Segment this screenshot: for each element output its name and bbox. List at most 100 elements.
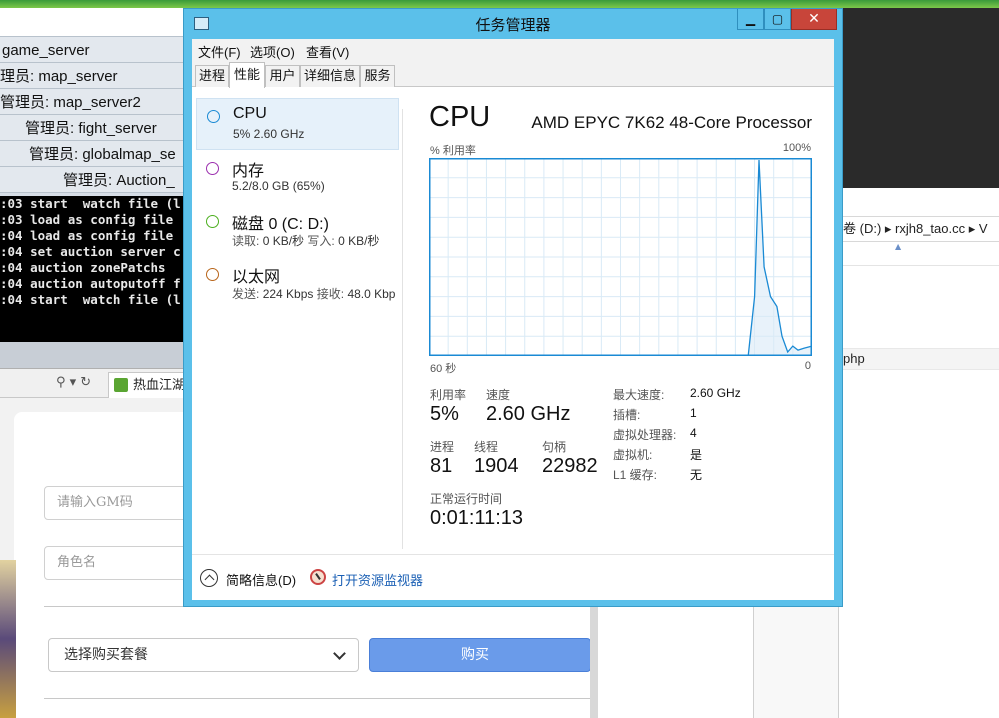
handles-value: 22982	[542, 455, 598, 477]
task-manager-content: 文件(F) 选项(O) 查看(V) 进程 性能 用户 详细信息 服务 CPU 5…	[192, 39, 834, 600]
spec-value: 是	[690, 448, 703, 462]
resource-summary: 发送: 224 Kbps 接收: 48.0 Kbp	[232, 285, 395, 302]
explorer-address-bar[interactable]: 卷 (D:) ▸ rxjh8_tao.cc ▸ V	[839, 216, 999, 242]
uptime-value: 0:01:11:13	[430, 507, 524, 529]
browser-tab-label: 热血江湖	[133, 377, 186, 392]
resource-cpu[interactable]: CPU 5% 2.60 GHz	[196, 98, 399, 150]
console-line: :04 set auction server c	[0, 244, 181, 259]
spec-label: 虚拟处理器:	[613, 428, 677, 442]
search-refresh-icons[interactable]: ⚲ ▾ ↻	[56, 375, 91, 390]
time-axis-left: 60 秒	[430, 363, 457, 375]
speed-value: 2.60 GHz	[486, 403, 571, 425]
menu-bar: 文件(F) 选项(O) 查看(V)	[192, 39, 834, 61]
game-artwork	[0, 560, 16, 718]
favicon-icon	[114, 378, 128, 392]
tab-services[interactable]: 服务	[360, 65, 395, 87]
resource-monitor-icon	[310, 569, 326, 585]
window-edge	[590, 606, 598, 718]
server-label: 管理员: globalmap_se	[29, 146, 176, 163]
receive-value: 48.0 Kbp	[347, 287, 396, 301]
task-manager-footer: 简略信息(D) 打开资源监视器	[192, 554, 834, 600]
disk-write-label: 写入:	[307, 234, 335, 248]
send-value: 224 Kbps	[262, 287, 314, 301]
send-label: 发送:	[232, 287, 260, 301]
task-manager-window: 任务管理器 ▁ ▢ ✕ 文件(F) 选项(O) 查看(V) 进程 性能 用户 详…	[183, 8, 843, 607]
tab-processes[interactable]: 进程	[195, 65, 229, 87]
server-console: :03 start watch file (l :03 load as conf…	[0, 196, 185, 342]
console-line: :04 start watch file (l	[0, 292, 181, 307]
disk-read-value: 0 KB/秒	[262, 234, 305, 248]
console-line: :04 load as config file	[0, 228, 174, 243]
processes-value: 81	[430, 455, 453, 477]
disk-read-label: 读取:	[232, 234, 260, 248]
spec-label: 虚拟机:	[613, 448, 653, 462]
background-window-dark	[838, 8, 999, 188]
explorer-file-row[interactable]: php	[839, 348, 999, 370]
resource-memory[interactable]: 内存 5.2/8.0 GB (65%)	[196, 151, 399, 203]
receive-label: 接收:	[316, 287, 345, 301]
cpu-utilization-graph	[429, 158, 812, 356]
resource-name: CPU	[233, 105, 267, 122]
pane-divider[interactable]	[402, 109, 403, 549]
desktop-topbar	[0, 0, 999, 8]
disk-indicator-icon	[206, 215, 219, 228]
server-label: 管理员: map_server2	[0, 94, 141, 111]
cpu-indicator-icon	[207, 110, 220, 123]
memory-indicator-icon	[206, 162, 219, 175]
maximize-button[interactable]: ▢	[764, 9, 791, 30]
window-pane	[598, 606, 754, 718]
tab-bar: 进程 性能 用户 详细信息 服务	[192, 61, 834, 88]
tab-users[interactable]: 用户	[265, 65, 300, 87]
server-label: 管理员: Auction_	[63, 172, 175, 189]
menu-view[interactable]: 查看(V)	[306, 42, 349, 61]
resource-summary: 读取: 0 KB/秒 写入: 0 KB/秒	[232, 232, 379, 249]
uptime-label: 正常运行时间	[430, 492, 503, 506]
minimize-button[interactable]: ▁	[737, 9, 764, 30]
fewer-details-button[interactable]: 简略信息(D)	[226, 570, 296, 589]
utilization-value: 5%	[430, 403, 459, 425]
threads-value: 1904	[474, 455, 519, 477]
chevron-up-icon[interactable]	[200, 569, 218, 587]
explorer-column-header[interactable]: ▲	[839, 242, 999, 266]
resource-ethernet[interactable]: 以太网 发送: 224 Kbps 接收: 48.0 Kbp	[196, 257, 399, 309]
utilization-axis-max: 100%	[782, 142, 811, 154]
menu-options[interactable]: 选项(O)	[250, 42, 295, 61]
spec-value: 1	[690, 406, 697, 420]
close-button[interactable]: ✕	[791, 9, 837, 30]
package-select-value: 选择购买套餐	[64, 647, 148, 663]
ethernet-indicator-icon	[206, 268, 219, 281]
file-explorer-window: 卷 (D:) ▸ rxjh8_tao.cc ▸ V ▲ php	[838, 188, 999, 718]
cpu-model: AMD EPYC 7K62 48-Core Processor	[531, 113, 812, 132]
resource-disk[interactable]: 磁盘 0 (C: D:) 读取: 0 KB/秒 写入: 0 KB/秒	[196, 204, 399, 256]
server-label: game_server	[2, 42, 90, 59]
title-bar[interactable]: 任务管理器 ▁ ▢ ✕	[184, 9, 842, 39]
spec-label: 插槽:	[613, 408, 641, 422]
spec-label: 最大速度:	[613, 388, 665, 402]
resource-summary: 5% 2.60 GHz	[233, 127, 305, 141]
console-statusbar	[0, 342, 185, 368]
resource-name: 内存	[232, 163, 265, 180]
menu-file[interactable]: 文件(F)	[198, 42, 241, 61]
console-line: :03 load as config file	[0, 212, 174, 227]
open-resource-monitor-link[interactable]: 打开资源监视器	[332, 570, 423, 589]
spec-value: 2.60 GHz	[690, 386, 741, 400]
chevron-down-icon	[333, 647, 346, 660]
server-manager-list: game_server 理员: map_server 管理员: map_serv…	[0, 36, 185, 196]
spec-value: 4	[690, 426, 697, 440]
processes-label: 进程	[430, 440, 455, 454]
utilization-axis-label: % 利用率	[430, 145, 476, 157]
window-pane	[754, 606, 838, 718]
detail-title: CPU	[429, 101, 491, 133]
package-select[interactable]: 选择购买套餐	[48, 638, 359, 672]
resource-name: 磁盘 0 (C: D:)	[232, 216, 329, 233]
form-divider	[44, 698, 590, 699]
buy-button[interactable]: 购买	[369, 638, 591, 672]
server-label: 管理员: fight_server	[25, 120, 157, 137]
spec-label: L1 缓存:	[613, 468, 658, 482]
time-axis-right: 0	[804, 360, 811, 372]
tab-details[interactable]: 详细信息	[300, 65, 360, 87]
tab-performance[interactable]: 性能	[229, 62, 265, 88]
speed-label: 速度	[486, 388, 511, 402]
threads-label: 线程	[474, 440, 499, 454]
sort-arrow-icon: ▲	[895, 242, 902, 251]
